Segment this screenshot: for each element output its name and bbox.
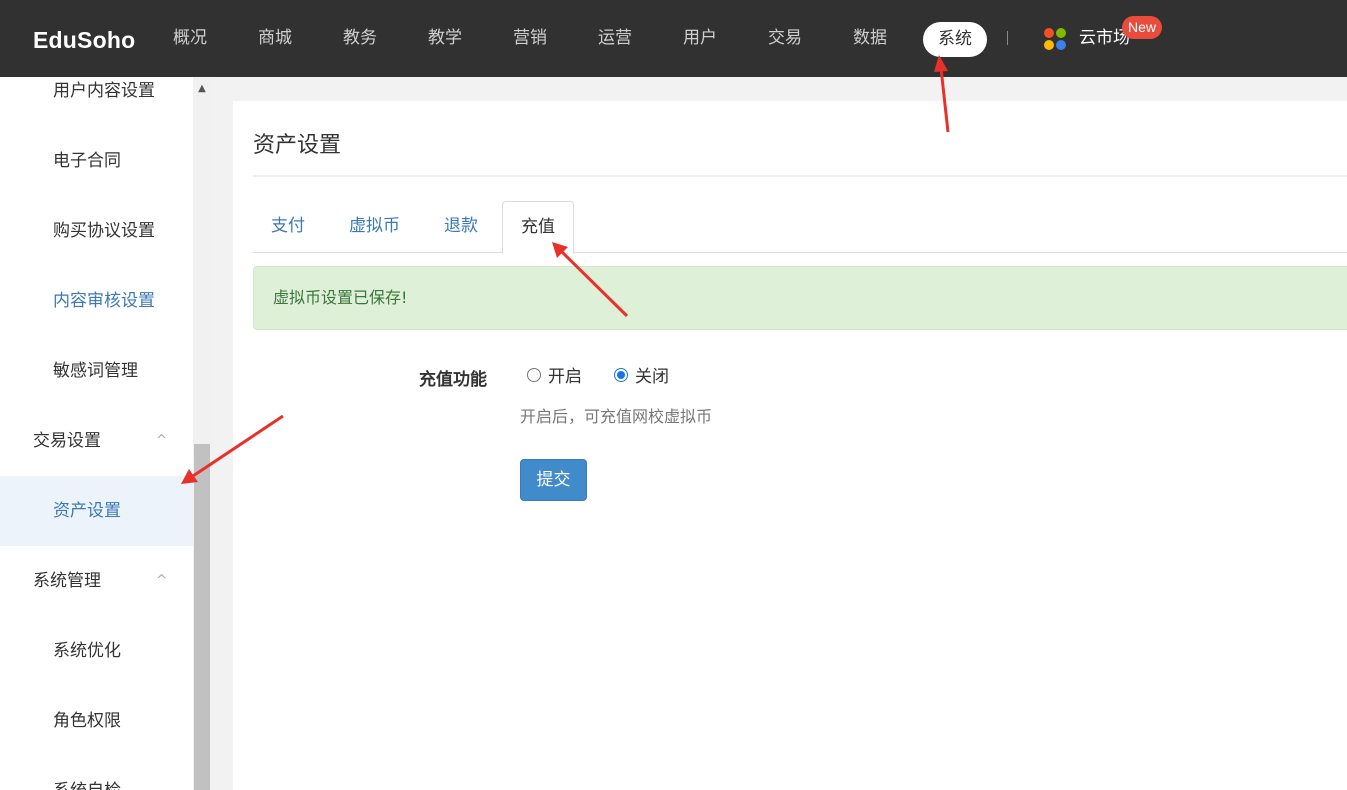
sidebar-item-purchase-agreement[interactable]: 购买协议设置: [0, 196, 193, 266]
brand-logo[interactable]: EduSoho: [33, 27, 135, 54]
chevron-up-icon: ^: [156, 573, 167, 588]
nav-users[interactable]: 用户: [683, 26, 717, 50]
sidebar-item-asset-settings[interactable]: 资产设置: [0, 476, 193, 546]
sidebar-group-label: 交易设置: [33, 431, 101, 451]
success-alert: 虚拟币设置已保存!: [253, 266, 1347, 330]
radio-disable-label: 关闭: [635, 367, 669, 387]
nav-mall[interactable]: 商城: [258, 26, 292, 50]
sidebar-group-trade-settings[interactable]: 交易设置 ^: [0, 406, 193, 476]
title-divider: [253, 175, 1347, 177]
sidebar-group-system-management[interactable]: 系统管理 ^: [0, 546, 193, 616]
tab-refund[interactable]: 退款: [426, 201, 496, 253]
nav-operations[interactable]: 运营: [598, 26, 632, 50]
scroll-up-arrow-icon[interactable]: ▲: [193, 83, 211, 95]
chevron-up-icon: ^: [156, 433, 167, 448]
tab-recharge[interactable]: 充值: [502, 201, 574, 254]
radio-checked-icon[interactable]: [614, 368, 628, 382]
market-grid-icon: [1044, 28, 1068, 52]
recharge-feature-label: 充值功能: [419, 370, 487, 390]
sidebar-item-content-review[interactable]: 内容审核设置: [0, 266, 193, 336]
nav-teaching[interactable]: 教学: [428, 26, 462, 50]
nav-overview[interactable]: 概况: [173, 26, 207, 50]
radio-circle-icon[interactable]: [527, 368, 541, 382]
sidebar-group-label: 系统管理: [33, 571, 101, 591]
nav-marketing[interactable]: 营销: [513, 26, 547, 50]
nav-system[interactable]: 系统: [923, 22, 987, 57]
tab-bar: 支付 虚拟币 退款 充值: [253, 201, 1347, 254]
page-title: 资产设置: [253, 133, 342, 158]
sidebar-item-user-content-settings[interactable]: 用户内容设置: [0, 77, 193, 126]
tab-virtual-coin[interactable]: 虚拟币: [331, 201, 418, 253]
nav-divider: [1007, 31, 1008, 45]
help-text: 开启后，可充值网校虚拟币: [520, 407, 713, 426]
sidebar-item-sensitive-words[interactable]: 敏感词管理: [0, 336, 193, 406]
new-badge: New: [1122, 16, 1163, 39]
sidebar: 用户内容设置 电子合同 购买协议设置 内容审核设置 敏感词管理 交易设置 ^ 资…: [0, 77, 193, 790]
top-navbar: EduSoho 概况 商城 教务 教学 营销 运营 用户 交易 数据 系统 云市…: [0, 0, 1347, 77]
submit-button[interactable]: 提交: [520, 459, 587, 501]
sidebar-item-system-check[interactable]: 系统自检: [0, 756, 193, 790]
sidebar-item-role-permissions[interactable]: 角色权限: [0, 686, 193, 756]
nav-trade[interactable]: 交易: [768, 26, 802, 50]
scrollbar-thumb[interactable]: [194, 444, 210, 790]
tab-payment[interactable]: 支付: [253, 201, 323, 253]
nav-data[interactable]: 数据: [853, 26, 887, 50]
main-panel: 资产设置 支付 虚拟币 退款 充值 虚拟币设置已保存! 充值功能 开启 关闭 开…: [233, 101, 1347, 790]
sidebar-scrollbar[interactable]: ▲: [193, 77, 211, 790]
radio-enable-label: 开启: [548, 367, 582, 387]
sidebar-item-e-contract[interactable]: 电子合同: [0, 126, 193, 196]
nav-academic[interactable]: 教务: [343, 26, 377, 50]
sidebar-item-system-optimization[interactable]: 系统优化: [0, 616, 193, 686]
